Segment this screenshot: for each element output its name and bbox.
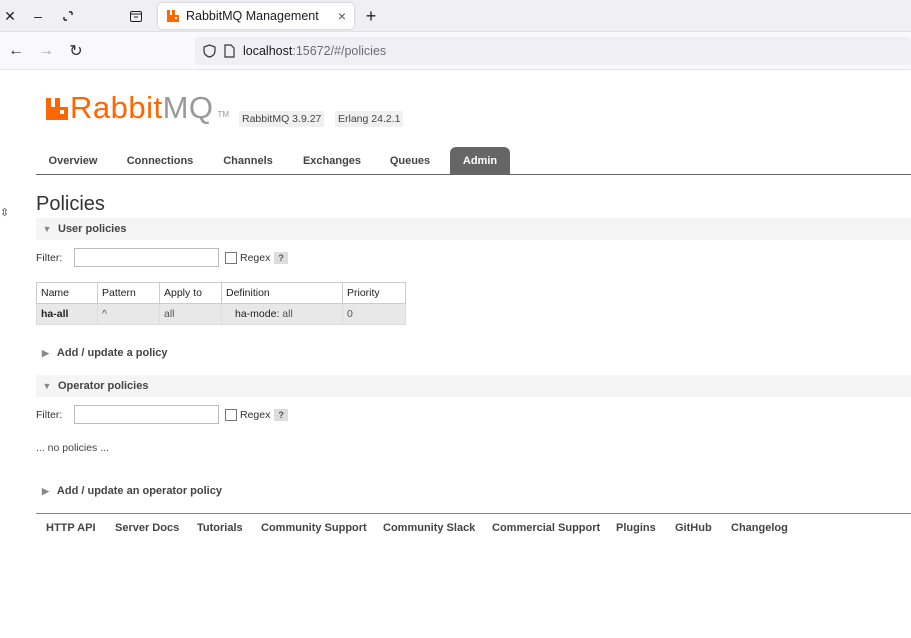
column-header-priority[interactable]: Priority: [342, 282, 406, 304]
footer-link-plugins[interactable]: Plugins: [616, 522, 656, 534]
footer-link-tutorials[interactable]: Tutorials: [197, 522, 243, 534]
operator-policies-filter-input[interactable]: [74, 405, 219, 424]
user-policies-filter-row: Filter: Regex ?: [36, 248, 288, 267]
reload-icon[interactable]: ↻: [66, 41, 86, 61]
rabbitmq-version-badge: RabbitMQ 3.9.27: [239, 111, 325, 127]
user-policies-header[interactable]: ▼ User policies: [36, 218, 911, 240]
regex-label: Regex: [240, 408, 271, 421]
policy-pattern: ^: [97, 303, 160, 325]
tab-queues[interactable]: Queues: [384, 147, 436, 175]
tab-title: RabbitMQ Management: [186, 9, 319, 23]
table-row[interactable]: ha-all ^ all ha-mode: all 0: [36, 303, 406, 325]
address-bar[interactable]: localhost:15672/#/policies: [195, 37, 911, 65]
expand-arrow-down-icon: ▼: [42, 381, 52, 391]
regex-checkbox[interactable]: [225, 251, 237, 264]
browser-nav-bar: ← → ↻ localhost:15672/#/policies: [0, 32, 911, 70]
filter-label: Filter:: [36, 251, 63, 264]
policy-definition: ha-mode: all: [221, 303, 343, 325]
mouse-cursor-icon: ⇳: [0, 207, 10, 219]
page-title: Policies: [36, 193, 105, 215]
tab-connections[interactable]: Connections: [120, 147, 200, 175]
tab-channels[interactable]: Channels: [216, 147, 280, 175]
logo-rabbit-text: Rabbit: [70, 90, 163, 125]
definition-key: ha-mode:: [235, 308, 280, 320]
shield-icon[interactable]: [203, 44, 216, 58]
user-policies-filter-input[interactable]: [74, 248, 219, 267]
footer-link-community-slack[interactable]: Community Slack: [383, 522, 475, 534]
footer-link-http-api[interactable]: HTTP API: [46, 522, 96, 534]
table-header-row: Name Pattern Apply to Definition Priorit…: [36, 282, 406, 304]
user-policies-heading: User policies: [58, 223, 127, 235]
user-policies-table: Name Pattern Apply to Definition Priorit…: [36, 282, 406, 325]
expand-arrow-right-icon: ▶: [42, 485, 49, 496]
main-nav-tabs: Overview Connections Channels Exchanges …: [36, 147, 911, 175]
operator-policies-heading: Operator policies: [58, 380, 149, 392]
erlang-version-badge: Erlang 24.2.1: [335, 111, 404, 127]
restore-window-icon[interactable]: [58, 6, 78, 26]
operator-policies-filter-row: Filter: Regex ?: [36, 405, 288, 424]
column-header-definition[interactable]: Definition: [221, 282, 343, 304]
minimize-window-icon[interactable]: –: [28, 6, 48, 26]
browser-tab[interactable]: RabbitMQ Management ×: [158, 3, 354, 29]
expand-arrow-down-icon: ▼: [42, 224, 52, 234]
tab-list-icon[interactable]: [126, 6, 146, 26]
operator-policies-header[interactable]: ▼ Operator policies: [36, 375, 911, 397]
tab-admin[interactable]: Admin: [450, 147, 510, 175]
logo-tm: TM: [217, 110, 230, 119]
help-button[interactable]: ?: [274, 408, 288, 421]
column-header-pattern[interactable]: Pattern: [97, 282, 160, 304]
footer-link-commercial-support[interactable]: Commercial Support: [492, 522, 600, 534]
no-policies-text: ... no policies ...: [36, 442, 109, 454]
help-button[interactable]: ?: [274, 251, 288, 264]
tab-overview[interactable]: Overview: [40, 147, 106, 175]
column-header-apply-to[interactable]: Apply to: [159, 282, 222, 304]
add-operator-policy-label: Add / update an operator policy: [56, 485, 222, 497]
close-window-icon[interactable]: ✕: [0, 6, 20, 26]
browser-tab-bar: ✕ – RabbitMQ Management × +: [0, 0, 911, 32]
policy-name-link[interactable]: ha-all: [36, 303, 98, 325]
add-policy-label: Add / update a policy: [56, 347, 168, 359]
footer-link-community-support[interactable]: Community Support: [261, 522, 367, 534]
back-icon[interactable]: ←: [6, 41, 26, 61]
footer-link-changelog[interactable]: Changelog: [731, 522, 788, 534]
regex-label: Regex: [240, 251, 271, 264]
rabbitmq-logo[interactable]: Rabbit MQ TM: [46, 92, 229, 124]
policy-apply-to: all: [159, 303, 222, 325]
definition-value: all: [282, 308, 293, 320]
footer-link-server-docs[interactable]: Server Docs: [115, 522, 179, 534]
url-host: localhost: [243, 44, 293, 58]
policy-priority: 0: [342, 303, 406, 325]
forward-icon[interactable]: →: [36, 41, 56, 61]
column-header-name[interactable]: Name: [36, 282, 98, 304]
new-tab-icon[interactable]: +: [360, 6, 382, 26]
close-tab-icon[interactable]: ×: [338, 8, 346, 24]
rabbitmq-logo-icon: [46, 98, 68, 120]
url-path: :15672/#/policies: [292, 44, 387, 58]
tab-exchanges[interactable]: Exchanges: [296, 147, 368, 175]
rabbitmq-favicon-icon: [167, 10, 179, 22]
regex-checkbox[interactable]: [225, 408, 237, 421]
footer-link-github[interactable]: GitHub: [675, 522, 712, 534]
expand-arrow-right-icon: ▶: [42, 347, 49, 358]
add-policy-toggle[interactable]: ▶ Add / update a policy: [42, 347, 168, 359]
filter-label: Filter:: [36, 408, 63, 421]
page-icon[interactable]: [224, 44, 235, 58]
footer-links: HTTP API Server Docs Tutorials Community…: [36, 513, 911, 543]
add-operator-policy-toggle[interactable]: ▶ Add / update an operator policy: [42, 485, 222, 497]
logo-mq-text: MQ: [162, 90, 214, 125]
